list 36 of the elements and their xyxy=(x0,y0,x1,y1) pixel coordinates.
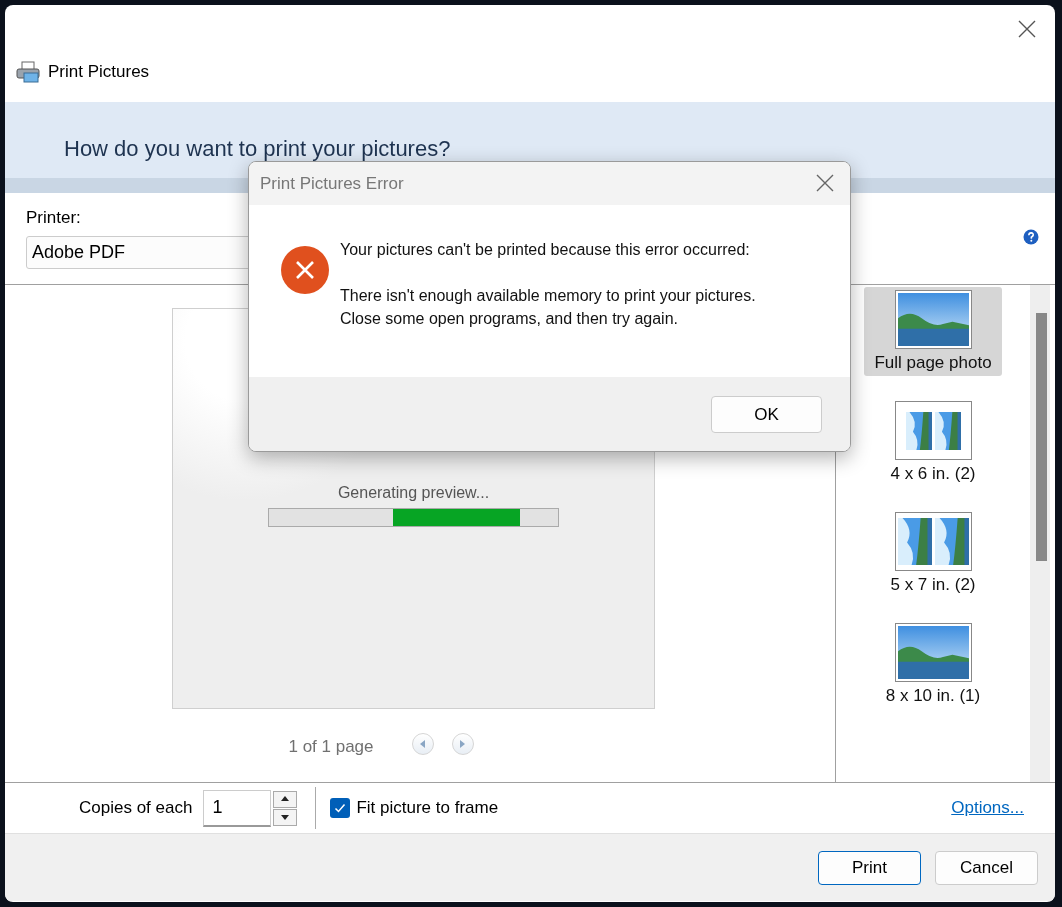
options-link[interactable]: Options... xyxy=(951,798,1024,818)
photo-thumbnail xyxy=(934,518,969,565)
layout-option[interactable]: 4 x 6 in. (2) xyxy=(864,398,1002,487)
error-detail: There isn't enough available memory to print your pictures. Close some open programs, and then try again. xyxy=(340,286,756,329)
dialog-title: Print Pictures Error xyxy=(260,173,404,194)
dialog-button[interactable]: Print xyxy=(818,850,921,885)
printer-label: Printer: xyxy=(26,208,82,228)
printer-icon xyxy=(16,61,40,83)
preview-status: Generating preview... xyxy=(337,484,490,502)
help-icon[interactable] xyxy=(1023,229,1039,245)
right-arrow-icon xyxy=(460,740,466,748)
error-icon xyxy=(280,245,330,295)
checkbox[interactable] xyxy=(330,798,351,818)
copies-label: Copies of each xyxy=(79,798,193,818)
increment-button[interactable] xyxy=(273,790,298,808)
left-arrow-icon xyxy=(420,740,426,748)
scrollbar-thumb[interactable] xyxy=(1036,313,1047,561)
scrollbar[interactable] xyxy=(1030,285,1050,782)
photo-thumbnail xyxy=(897,518,932,565)
layout-option[interactable]: 5 x 7 in. (2) xyxy=(864,509,1002,598)
error-message: Your pictures can't be printed because this error occurred: xyxy=(340,241,750,258)
page-indicator: 1 of 1 page xyxy=(288,737,374,757)
layout-option[interactable]: Full page photo xyxy=(864,287,1002,376)
close-icon xyxy=(816,174,834,192)
photo-thumbnail xyxy=(905,411,932,450)
checkmark-icon xyxy=(333,801,348,815)
close-icon xyxy=(1018,20,1036,38)
photo-thumbnail xyxy=(934,411,961,450)
checkbox-label: Fit picture to frame xyxy=(356,798,499,818)
page-heading: How do you want to print your pictures? xyxy=(64,136,451,162)
copies-field[interactable]: 1 xyxy=(203,789,272,827)
layout-option[interactable]: 8 x 10 in. (1) xyxy=(864,620,1002,709)
decrement-button[interactable] xyxy=(273,808,298,826)
dialog-button[interactable]: Cancel xyxy=(935,850,1038,885)
window-title: Print Pictures xyxy=(48,62,150,82)
ok-button[interactable]: OK xyxy=(711,396,822,433)
